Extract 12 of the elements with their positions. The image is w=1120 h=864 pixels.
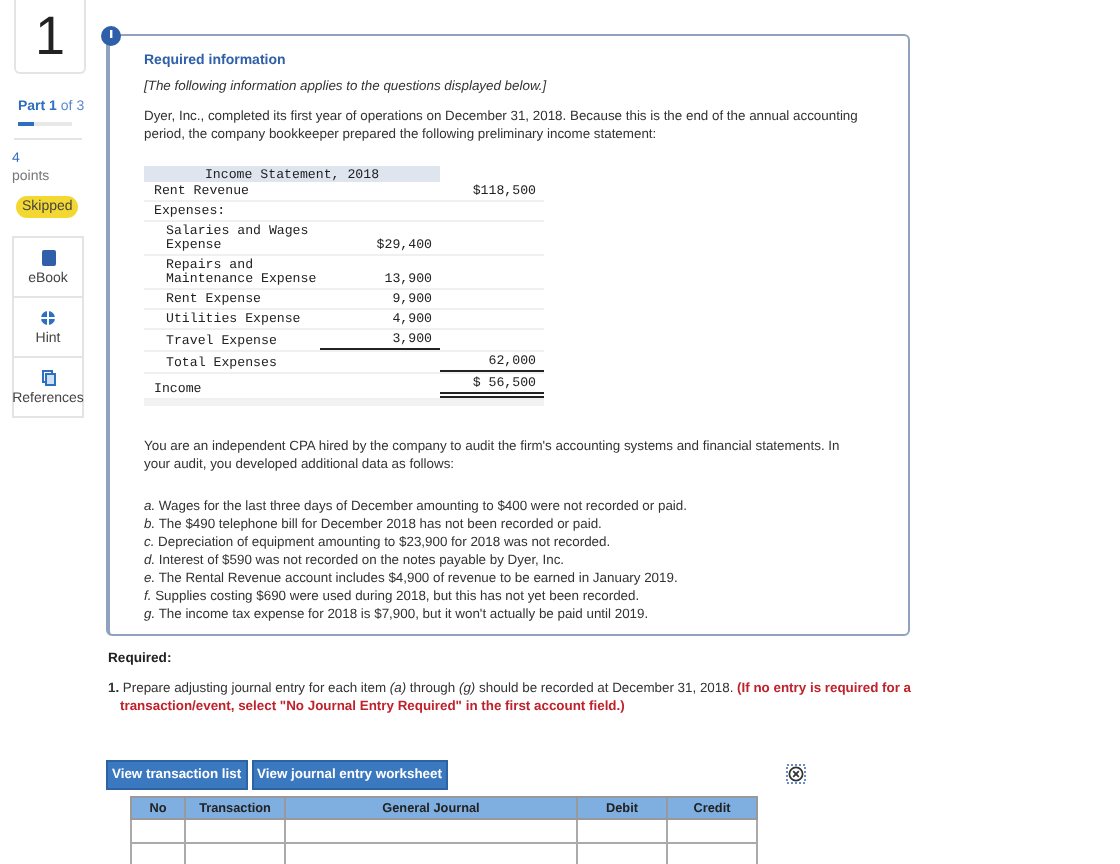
table-cell[interactable] — [185, 819, 285, 844]
alert-icon — [100, 26, 122, 46]
table-cell[interactable] — [285, 819, 577, 844]
table-cell[interactable] — [131, 819, 185, 844]
globe-icon — [40, 310, 56, 326]
table-cell[interactable] — [667, 819, 757, 844]
copy-icon — [41, 370, 55, 386]
close-icon[interactable] — [786, 763, 806, 784]
question-number: 1 — [14, 0, 86, 74]
table-cell[interactable] — [577, 819, 667, 844]
table-cell[interactable] — [131, 843, 185, 864]
book-icon — [41, 250, 55, 266]
